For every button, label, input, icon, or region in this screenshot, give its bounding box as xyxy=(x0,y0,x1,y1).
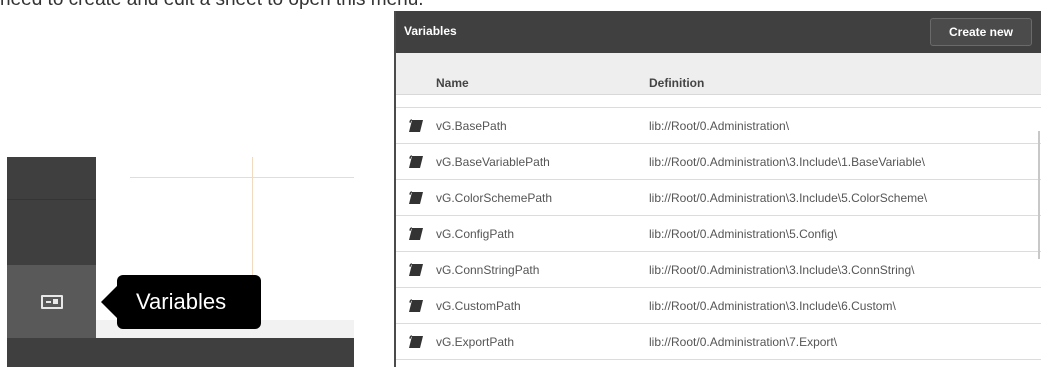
variable-name: vG.ConfigPath xyxy=(436,227,515,241)
script-icon xyxy=(408,191,424,210)
dialog-header: Variables Create new xyxy=(394,11,1041,53)
create-new-button[interactable]: Create new xyxy=(930,18,1032,46)
table-row[interactable]: vG.BaseVariablePath lib://Root/0.Adminis… xyxy=(394,144,1041,180)
script-icon xyxy=(408,335,424,354)
variable-definition: lib://Root/0.Administration\3.Include\3.… xyxy=(649,263,915,277)
variable-definition: lib://Root/0.Administration\5.Config\ xyxy=(649,227,838,241)
table-header: Name Definition xyxy=(394,53,1041,95)
variable-definition: lib://Root/0.Administration\3.Include\6.… xyxy=(649,299,896,313)
variable-name: vG.CustomPath xyxy=(436,299,521,313)
dialog-title: Variables xyxy=(404,24,457,38)
tooltip-label: Variables xyxy=(136,289,227,314)
script-icon xyxy=(408,155,424,174)
variable-name: vG.BasePath xyxy=(436,119,507,133)
variable-definition: lib://Root/0.Administration\7.Export\ xyxy=(649,335,838,349)
intro-text: need to create and edit a sheet to open … xyxy=(0,0,424,11)
table-row[interactable]: vG.ColorSchemePath lib://Root/0.Administ… xyxy=(394,180,1041,216)
grid-guide-vertical xyxy=(252,157,253,287)
script-icon xyxy=(408,227,424,246)
table-row[interactable]: vG.BasePath lib://Root/0.Administration\ xyxy=(394,108,1041,144)
sidebar-divider xyxy=(7,199,96,200)
variables-tooltip: Variables xyxy=(101,275,261,329)
grid-guide-horizontal xyxy=(130,177,354,178)
variable-name: vG.ExportPath xyxy=(436,335,515,349)
variable-definition: lib://Root/0.Administration\ xyxy=(649,119,790,133)
variable-definition: lib://Root/0.Administration\3.Include\5.… xyxy=(649,191,928,205)
variables-table: vG.BasePath lib://Root/0.Administration\… xyxy=(394,95,1041,360)
script-icon xyxy=(408,263,424,282)
column-header-definition[interactable]: Definition xyxy=(649,76,704,90)
variable-name: vG.ColorSchemePath xyxy=(436,191,553,205)
table-spacer xyxy=(394,95,1041,108)
column-header-name[interactable]: Name xyxy=(436,76,469,90)
script-icon xyxy=(408,299,424,318)
script-icon xyxy=(408,119,424,138)
table-row[interactable]: vG.ExportPath lib://Root/0.Administratio… xyxy=(394,324,1041,360)
variables-icon xyxy=(40,294,63,309)
table-row[interactable]: vG.ConnStringPath lib://Root/0.Administr… xyxy=(394,252,1041,288)
variable-name: vG.ConnStringPath xyxy=(436,263,540,277)
variable-name: vG.BaseVariablePath xyxy=(436,155,550,169)
dialog-left-border xyxy=(394,11,396,367)
variables-button[interactable] xyxy=(7,265,96,338)
table-row[interactable]: vG.ConfigPath lib://Root/0.Administratio… xyxy=(394,216,1041,252)
scrollbar[interactable] xyxy=(1038,131,1040,259)
bottom-bar xyxy=(7,338,354,367)
variables-dialog: Variables Create new Name Definition vG.… xyxy=(394,11,1041,367)
variable-definition: lib://Root/0.Administration\3.Include\1.… xyxy=(649,155,925,169)
table-row[interactable]: vG.CustomPath lib://Root/0.Administratio… xyxy=(394,288,1041,324)
edit-sidebar xyxy=(7,157,96,265)
